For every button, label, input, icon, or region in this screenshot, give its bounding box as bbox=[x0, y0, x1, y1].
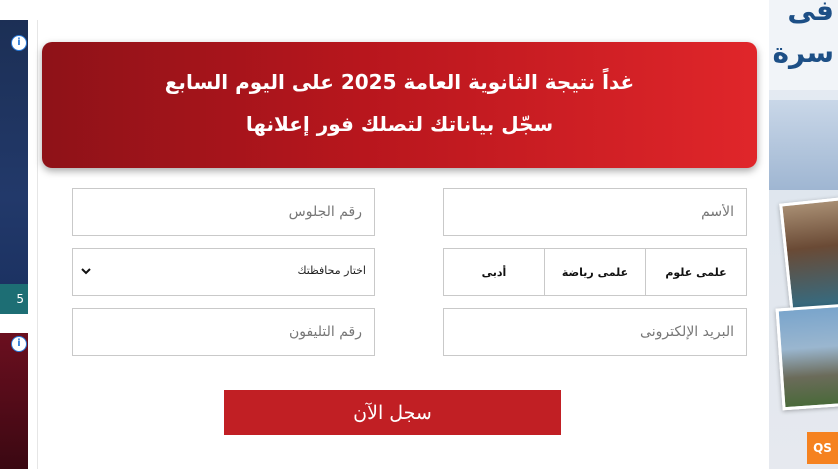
division-selector: علمى علوم علمى رياضة أدبى bbox=[443, 248, 747, 296]
division-math-option[interactable]: علمى رياضة bbox=[544, 249, 645, 295]
left-ad-bottom[interactable] bbox=[0, 333, 28, 469]
qs-logo-badge: QS bbox=[807, 432, 838, 464]
phone-input[interactable] bbox=[72, 308, 375, 356]
governorate-select-value: اختار محافظتك bbox=[297, 264, 366, 277]
division-science-option[interactable]: علمى علوم bbox=[645, 249, 746, 295]
left-ad-badge: 5 bbox=[0, 284, 28, 314]
results-banner: غداً نتيجة الثانوية العامة 2025 على اليو… bbox=[42, 42, 757, 168]
left-ad-top[interactable] bbox=[0, 20, 28, 314]
right-ad-photo-student bbox=[779, 196, 838, 320]
divider bbox=[37, 20, 38, 469]
email-input[interactable] bbox=[443, 308, 747, 356]
right-ad-header: فى سرة bbox=[769, 0, 838, 90]
right-ad-building-image bbox=[769, 100, 838, 190]
seat-number-input[interactable] bbox=[72, 188, 375, 236]
register-now-button[interactable]: سجل الآن bbox=[224, 390, 561, 435]
right-ad-banner[interactable]: فى سرة QS bbox=[769, 0, 838, 469]
division-literary-option[interactable]: أدبى bbox=[444, 249, 544, 295]
right-ad-headline-1: فى bbox=[787, 0, 834, 27]
ad-info-icon[interactable]: i bbox=[11, 35, 27, 51]
chevron-down-icon bbox=[81, 268, 91, 275]
name-input[interactable] bbox=[443, 188, 747, 236]
banner-subheadline: سجّل بياناتك لتصلك فور إعلانها bbox=[245, 112, 554, 136]
right-ad-photo-campus bbox=[775, 303, 838, 411]
governorate-select[interactable]: اختار محافظتك bbox=[72, 248, 375, 296]
ad-info-icon[interactable]: i bbox=[11, 336, 27, 352]
left-ad-column: i 5 i bbox=[0, 0, 38, 469]
right-ad-headline-2: سرة bbox=[772, 36, 834, 69]
banner-headline: غداً نتيجة الثانوية العامة 2025 على اليو… bbox=[164, 70, 635, 94]
